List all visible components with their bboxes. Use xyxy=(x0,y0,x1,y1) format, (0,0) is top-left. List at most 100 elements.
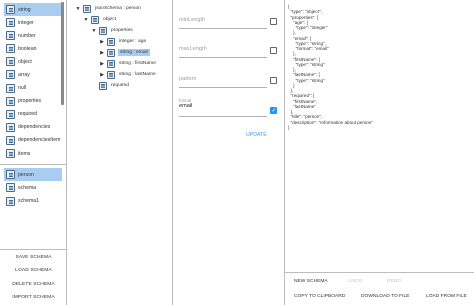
field-underline xyxy=(179,28,267,29)
type-icon xyxy=(6,18,15,28)
tree-node-properties[interactable]: ▼ properties xyxy=(91,26,134,35)
type-icon xyxy=(6,57,15,67)
chevron-down-icon[interactable]: ▼ xyxy=(91,28,97,34)
pattern-placeholder: pattern xyxy=(179,76,197,82)
new-schema-button[interactable]: NEW SCHEMA xyxy=(294,279,328,284)
palette-item-label: null xyxy=(18,85,27,92)
delete-schema-button[interactable]: DELETE SCHEMA xyxy=(0,278,67,291)
schema-tree: ▼ jsonSchema : person ▼ object ▼ properties… xyxy=(67,0,173,305)
save-schema-button[interactable]: SAVE SCHEMA xyxy=(0,251,67,264)
download-to-file-button[interactable]: DOWNLOAD TO FILE xyxy=(361,294,409,299)
load-schema-button[interactable]: LOAD SCHEMA xyxy=(0,264,67,277)
tree-node-label: string : lastName xyxy=(119,72,156,77)
minlength-field[interactable]: minLength xyxy=(179,17,279,29)
tree-node-label: integer : age xyxy=(119,39,147,44)
palette-item-properties[interactable]: properties xyxy=(4,95,62,108)
type-icon xyxy=(6,122,15,132)
tree-node-firstname[interactable]: ▶ string : firstName xyxy=(99,59,157,68)
load-from-file-button[interactable]: LOAD FROM FILE xyxy=(426,294,467,299)
palette-item-label: integer xyxy=(18,19,34,26)
format-field[interactable]: format email xyxy=(179,98,279,117)
palette-item-required[interactable]: required xyxy=(4,108,62,121)
palette-item-object[interactable]: object xyxy=(4,55,62,68)
chevron-right-icon[interactable]: ▶ xyxy=(99,50,105,56)
schema-icon xyxy=(6,196,15,206)
tree-node-label: required xyxy=(111,83,129,88)
field-underline xyxy=(179,57,267,58)
maxlength-field[interactable]: maxLength xyxy=(179,46,279,58)
divider xyxy=(285,272,474,273)
divider xyxy=(0,164,67,165)
redo-button[interactable]: REDO xyxy=(387,279,401,284)
palette-item-label: dependencies xyxy=(18,124,51,131)
maxlength-placeholder: maxLength xyxy=(179,46,207,52)
pattern-checkbox[interactable] xyxy=(270,77,277,84)
schema-item-schema[interactable]: schema xyxy=(4,181,62,194)
palette-item-array[interactable]: array xyxy=(4,68,62,81)
type-icon xyxy=(6,96,15,106)
type-icon xyxy=(6,31,15,41)
tree-node-required[interactable]: required xyxy=(91,81,130,90)
type-icon xyxy=(6,70,15,80)
minlength-placeholder: minLength xyxy=(179,17,206,23)
palette-item-dependenciesitem[interactable]: dependenciesItem xyxy=(4,134,62,147)
tree-node-label: object xyxy=(103,17,117,22)
node-icon xyxy=(107,48,115,57)
tree-node-age[interactable]: ▶ integer : age xyxy=(99,37,147,46)
schema-icon xyxy=(6,183,15,193)
field-underline xyxy=(179,87,267,88)
palette-scrollbar[interactable] xyxy=(61,2,64,105)
schema-item-person[interactable]: person xyxy=(4,168,62,181)
palette-item-label: array xyxy=(18,71,30,78)
chevron-down-icon[interactable]: ▼ xyxy=(75,6,81,12)
palette-item-integer[interactable]: integer xyxy=(4,16,62,29)
maxlength-checkbox[interactable] xyxy=(270,47,277,54)
tree-node-email[interactable]: ▶ string : email xyxy=(99,48,150,57)
schema-list: person schema schema1 xyxy=(4,168,62,208)
node-icon xyxy=(99,26,107,35)
undo-button[interactable]: UNDO xyxy=(348,279,362,284)
type-icon xyxy=(6,135,15,145)
json-code[interactable]: { "type": "object", "properties": { "age… xyxy=(288,4,373,130)
type-icon xyxy=(6,5,15,14)
palette-item-label: number xyxy=(18,32,36,39)
palette-item-items[interactable]: items xyxy=(4,147,62,160)
tree-node-root[interactable]: ▼ jsonSchema : person xyxy=(75,4,142,13)
palette-item-label: items xyxy=(18,150,31,157)
update-button[interactable]: UPDATE xyxy=(246,132,267,138)
node-icon xyxy=(107,37,115,46)
chevron-down-icon[interactable]: ▼ xyxy=(83,17,89,23)
tree-node-object[interactable]: ▼ object xyxy=(83,15,117,24)
type-icon xyxy=(6,44,15,54)
palette-item-null[interactable]: null xyxy=(4,82,62,95)
node-icon xyxy=(91,15,99,24)
node-icon xyxy=(107,59,115,68)
schema-item-label: person xyxy=(18,171,34,178)
palette-item-label: properties xyxy=(18,98,42,105)
node-icon xyxy=(83,4,91,13)
chevron-right-icon[interactable]: ▶ xyxy=(99,61,105,67)
import-schema-button[interactable]: IMPORT SCHEMA xyxy=(0,291,67,304)
copy-to-clipboard-button[interactable]: COPY TO CLIPBOARD xyxy=(294,294,345,299)
tree-node-lastname[interactable]: ▶ string : lastName xyxy=(99,70,157,79)
type-icon xyxy=(6,109,15,119)
type-icon xyxy=(6,149,15,159)
chevron-right-icon[interactable]: ▶ xyxy=(99,72,105,78)
properties-panel: minLength maxLength pattern format email… xyxy=(173,0,285,305)
palette-item-boolean[interactable]: boolean xyxy=(4,42,62,55)
schema-item-label: schema xyxy=(18,184,37,191)
palette-item-label: string xyxy=(18,6,31,13)
schema-item-schema1[interactable]: schema1 xyxy=(4,195,62,208)
format-checkbox[interactable] xyxy=(270,107,277,114)
palette-item-dependencies[interactable]: dependencies xyxy=(4,121,62,134)
schema-icon xyxy=(6,170,15,179)
divider xyxy=(0,249,67,250)
palette-item-string[interactable]: string xyxy=(4,3,62,16)
chevron-right-icon[interactable]: ▶ xyxy=(99,39,105,45)
palette-item-label: object xyxy=(18,58,32,65)
minlength-checkbox[interactable] xyxy=(270,18,277,25)
palette-item-number[interactable]: number xyxy=(4,29,62,42)
pattern-field[interactable]: pattern xyxy=(179,76,279,88)
tree-node-label: jsonSchema : person xyxy=(95,6,141,11)
schema-item-label: schema1 xyxy=(18,198,40,205)
